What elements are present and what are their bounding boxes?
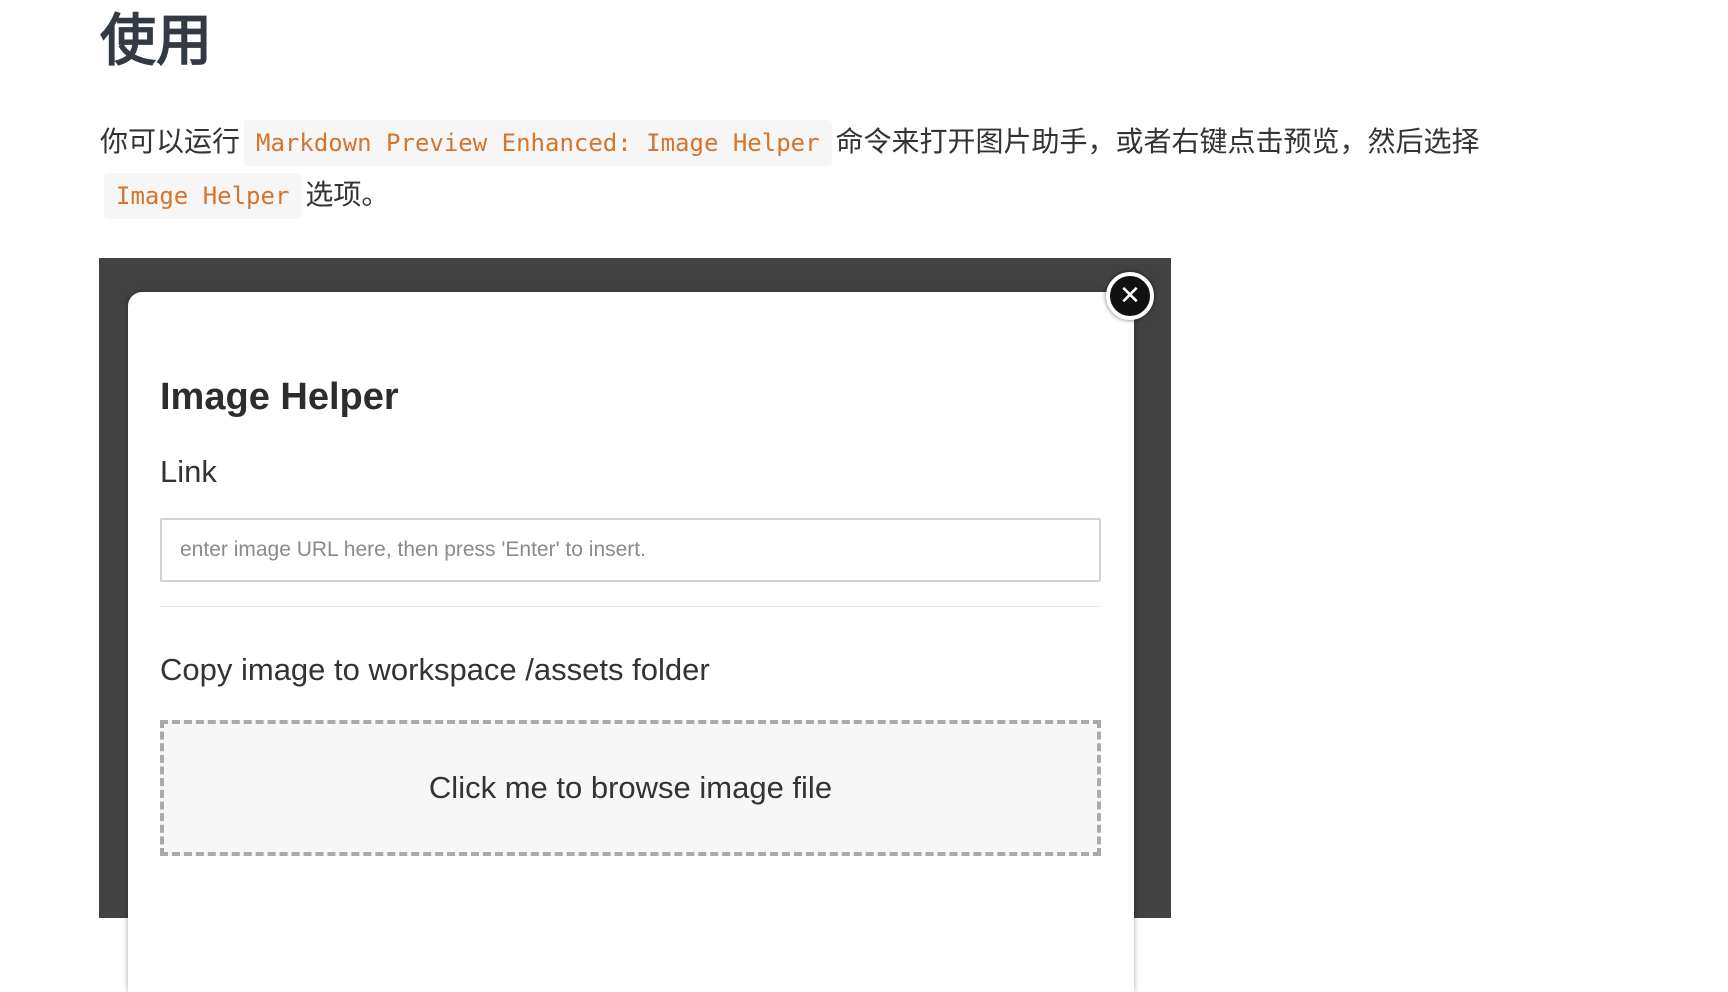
close-icon[interactable]: ✕ <box>1106 272 1154 320</box>
copy-image-label: Copy image to workspace /assets folder <box>160 652 710 687</box>
usage-paragraph: 你可以运行 Markdown Preview Enhanced: Image He… <box>100 116 1620 222</box>
option-inline-code: Image Helper <box>104 173 302 219</box>
modal-title: Image Helper <box>160 376 399 418</box>
command-inline-code: Markdown Preview Enhanced: Image Helper <box>244 120 832 166</box>
paragraph-text-suffix: 选项。 <box>305 178 390 211</box>
section-heading: 使用 <box>100 9 212 74</box>
image-helper-modal: Image Helper Link Copy image to workspac… <box>128 292 1134 992</box>
paragraph-text-middle: 命令来打开图片助手，或者右键点击预览，然后选择 <box>835 125 1480 158</box>
link-label: Link <box>160 454 217 489</box>
browse-image-label: Click me to browse image file <box>428 770 833 805</box>
image-helper-screenshot: Image Helper Link Copy image to workspac… <box>99 258 1171 992</box>
divider <box>160 606 1101 607</box>
image-url-input[interactable] <box>160 518 1101 582</box>
browse-image-dropzone[interactable]: Click me to browse image file <box>160 720 1101 856</box>
paragraph-text-prefix: 你可以运行 <box>100 125 241 158</box>
